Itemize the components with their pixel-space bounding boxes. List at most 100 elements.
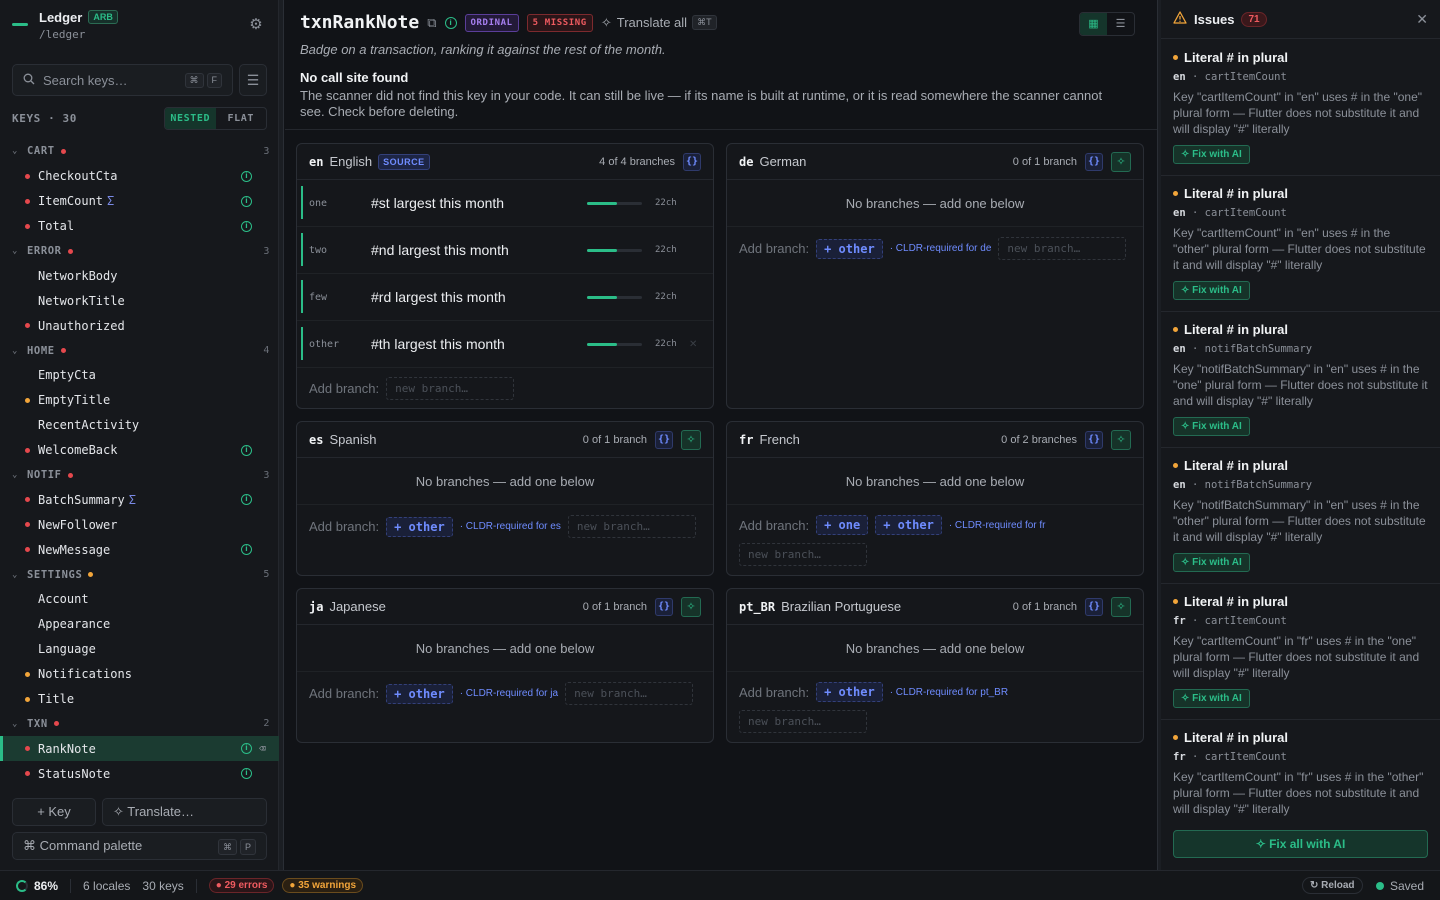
add-branch-chip-other[interactable]: + other <box>386 683 453 704</box>
icu-braces-icon[interactable]: {} <box>1085 430 1103 449</box>
tree-item-newmessage[interactable]: NewMessage i <box>0 537 279 562</box>
add-branch-chip-other[interactable]: + other <box>816 238 883 259</box>
list-view-icon[interactable]: ☰ <box>1107 13 1134 35</box>
grid-view-icon[interactable]: ▦ <box>1080 13 1107 35</box>
tree-item-newfollower[interactable]: NewFollower <box>0 512 279 537</box>
info-icon[interactable]: i <box>241 444 252 456</box>
tree-item-recentactivity[interactable]: RecentActivity <box>0 413 279 438</box>
tree-item-appearance[interactable]: Appearance <box>0 612 279 637</box>
branch-row-few[interactable]: few #rd largest this month 22ch <box>297 274 713 321</box>
trash-icon[interactable]: ⌫ <box>259 742 266 755</box>
branch-row-other[interactable]: other #th largest this month 22ch ✕ <box>297 321 713 368</box>
info-icon[interactable]: i <box>444 16 457 29</box>
flat-mode-button[interactable]: FLAT <box>216 108 267 129</box>
add-branch-chip-other[interactable]: + other <box>875 515 942 535</box>
info-icon[interactable]: i <box>241 743 252 755</box>
translate-button[interactable]: ✧ Translate… <box>102 798 267 826</box>
info-icon[interactable]: i <box>241 768 252 780</box>
tree-group-error[interactable]: ⌄ ERROR 3 <box>0 239 279 264</box>
fix-with-ai-button[interactable]: ✧ Fix with AI <box>1173 145 1250 164</box>
fix-with-ai-button[interactable]: ✧ Fix with AI <box>1173 553 1250 572</box>
tree-item-batchsummary[interactable]: BatchSummary Σi <box>0 487 279 512</box>
tree-item-ranknote[interactable]: RankNote i ⌫ <box>0 736 279 762</box>
tree-group-txn[interactable]: ⌄ TXN 2 <box>0 711 279 736</box>
branch-text[interactable]: #st largest this month <box>371 195 504 211</box>
icu-braces-icon[interactable]: {} <box>683 152 701 171</box>
new-branch-input[interactable]: new branch… <box>998 237 1127 260</box>
issue-item[interactable]: Literal # in plural en · notifBatchSummar… <box>1161 448 1440 584</box>
new-branch-input[interactable]: new branch… <box>386 376 515 400</box>
tree-item-checkoutcta[interactable]: CheckoutCta i <box>0 164 279 189</box>
tree-item-networktitle[interactable]: NetworkTitle <box>0 288 279 313</box>
add-branch-chip-other[interactable]: + other <box>816 682 883 702</box>
branch-row-two[interactable]: two #nd largest this month 22ch <box>297 227 713 274</box>
filter-button[interactable]: ☰ <box>239 64 267 96</box>
ai-translate-icon[interactable]: ✧ <box>681 596 701 617</box>
info-icon[interactable]: i <box>241 544 252 556</box>
branch-text[interactable]: #rd largest this month <box>371 289 506 305</box>
reload-button[interactable]: ↻ Reload <box>1302 877 1363 894</box>
tree-item-account[interactable]: Account <box>0 587 279 612</box>
tree-item-unauthorized[interactable]: Unauthorized <box>0 313 279 338</box>
search-input[interactable] <box>43 72 183 88</box>
nested-mode-button[interactable]: NESTED <box>165 108 216 129</box>
tree-item-itemcount[interactable]: ItemCount Σi <box>0 189 279 214</box>
fix-with-ai-button[interactable]: ✧ Fix with AI <box>1173 689 1250 708</box>
issue-item[interactable]: Literal # in plural fr · cartItemCount Key… <box>1161 720 1440 816</box>
new-branch-input[interactable]: new branch… <box>739 710 867 733</box>
warnings-badge[interactable]: ● 35 warnings <box>282 878 364 893</box>
tree-group-home[interactable]: ⌄ HOME 4 <box>0 338 279 363</box>
issue-item[interactable]: Literal # in plural en · cartItemCount Key… <box>1161 40 1440 176</box>
add-branch-chip-one[interactable]: + one <box>816 515 869 535</box>
close-icon[interactable]: ✕ <box>1416 11 1428 28</box>
tree-group-settings[interactable]: ⌄ SETTINGS 5 <box>0 562 279 587</box>
icu-braces-icon[interactable]: {} <box>1085 152 1103 171</box>
tree-group-cart[interactable]: ⌄ CART 3 <box>0 139 279 164</box>
add-branch-chip-other[interactable]: + other <box>386 516 453 537</box>
fix-with-ai-button[interactable]: ✧ Fix with AI <box>1173 281 1250 300</box>
tree-group-notif[interactable]: ⌄ NOTIF 3 <box>0 463 279 488</box>
info-icon[interactable]: i <box>241 494 252 506</box>
icu-braces-icon[interactable]: {} <box>655 597 673 616</box>
tree-item-networkbody[interactable]: NetworkBody <box>0 263 279 288</box>
tree-item-emptycta[interactable]: EmptyCta <box>0 363 279 388</box>
issue-item[interactable]: Literal # in plural fr · cartItemCount Key… <box>1161 584 1440 720</box>
ai-translate-icon[interactable]: ✧ <box>681 429 701 450</box>
sidebar-resize-handle[interactable] <box>279 0 284 870</box>
issue-item[interactable]: Literal # in plural en · cartItemCount Key… <box>1161 176 1440 312</box>
copy-icon[interactable]: ⧉ <box>427 15 436 31</box>
ai-translate-icon[interactable]: ✧ <box>1111 151 1131 172</box>
info-icon[interactable]: i <box>241 195 252 207</box>
icu-braces-icon[interactable]: {} <box>1085 597 1103 616</box>
ai-translate-icon[interactable]: ✧ <box>1111 596 1131 617</box>
search-box[interactable]: ⌘F <box>12 64 233 96</box>
command-palette-button[interactable]: ⌘ Command palette ⌘ P <box>12 832 267 860</box>
fix-all-button[interactable]: ✧ Fix all with AI <box>1173 830 1428 858</box>
branch-row-one[interactable]: one #st largest this month 22ch <box>297 180 713 227</box>
tree-item-language[interactable]: Language <box>0 637 279 662</box>
new-branch-input[interactable]: new branch… <box>739 543 867 566</box>
issue-item[interactable]: Literal # in plural en · notifBatchSummar… <box>1161 312 1440 448</box>
tree-item-title[interactable]: Title <box>0 687 279 712</box>
tree-item-notifications[interactable]: Notifications <box>0 662 279 687</box>
tree-item-emptytitle[interactable]: EmptyTitle <box>0 388 279 413</box>
new-branch-input[interactable]: new branch… <box>567 515 696 538</box>
ai-translate-icon[interactable]: ✧ <box>1111 429 1131 450</box>
tree-item-welcomeback[interactable]: WelcomeBack i <box>0 438 279 463</box>
remove-icon[interactable]: ✕ <box>689 339 697 350</box>
info-icon[interactable]: i <box>241 220 252 232</box>
locales-count: 6 locales <box>83 878 131 893</box>
info-icon[interactable]: i <box>241 170 252 182</box>
fix-with-ai-button[interactable]: ✧ Fix with AI <box>1173 417 1250 436</box>
add-key-button[interactable]: + Key <box>12 798 96 826</box>
translate-all-button[interactable]: ✧ Translate all ⌘T <box>601 15 717 31</box>
errors-badge[interactable]: ● 29 errors <box>208 878 275 893</box>
locale-card-header: ja Japanese 0 of 1 branch {} ✧ <box>297 589 713 625</box>
tree-item-total[interactable]: Total i <box>0 214 279 239</box>
new-branch-input[interactable]: new branch… <box>565 682 694 705</box>
branch-text[interactable]: #nd largest this month <box>371 242 509 258</box>
icu-braces-icon[interactable]: {} <box>655 430 673 449</box>
settings-gear-icon[interactable]: ⚙ <box>248 17 264 33</box>
tree-item-statusnote[interactable]: StatusNote i <box>0 761 279 786</box>
branch-text[interactable]: #th largest this month <box>371 336 505 352</box>
